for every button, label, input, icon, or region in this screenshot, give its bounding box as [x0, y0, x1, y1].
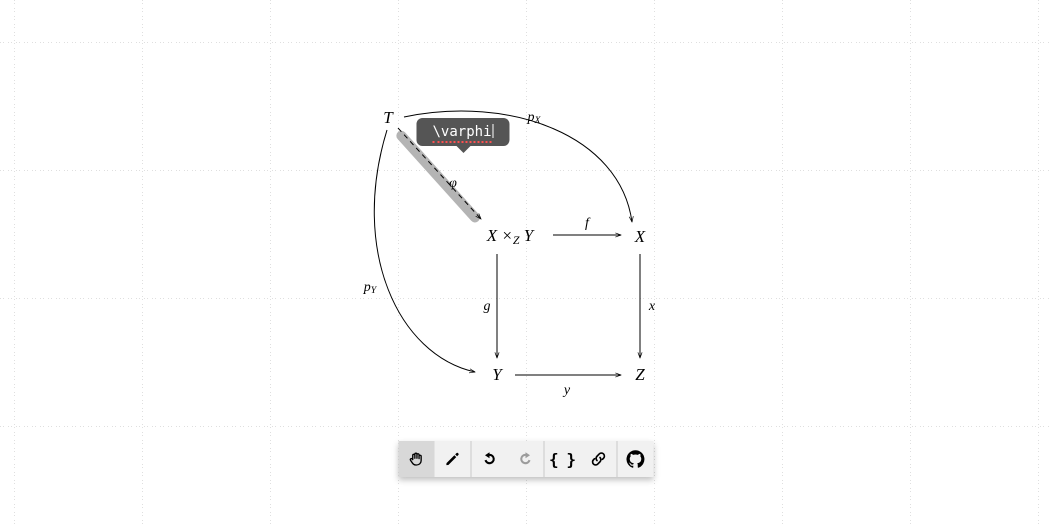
node-XxZY-sub: Z: [513, 233, 520, 247]
github-button[interactable]: [617, 441, 653, 477]
node-Y[interactable]: Y: [492, 365, 501, 385]
github-icon: [626, 450, 644, 468]
edge-label-y[interactable]: y: [564, 383, 570, 399]
edge-label-pX-sub: X: [535, 115, 541, 126]
hand-icon: [407, 450, 425, 468]
pencil-icon: [443, 450, 461, 468]
source-button[interactable]: { }: [544, 441, 580, 477]
redo-button[interactable]: [507, 441, 543, 477]
redo-icon: [516, 450, 534, 468]
node-X[interactable]: X: [635, 227, 645, 247]
node-XxZY[interactable]: X ×Z Y: [487, 226, 533, 248]
node-XxZY-tail: Y: [520, 226, 534, 245]
pan-tool-button[interactable]: [398, 441, 434, 477]
edge-label-f[interactable]: f: [585, 216, 589, 232]
undo-button[interactable]: [471, 441, 507, 477]
edge-label-editor-input[interactable]: \varphi: [432, 124, 491, 143]
undo-icon: [480, 450, 498, 468]
text-caret: [493, 124, 494, 138]
edge-label-pY[interactable]: pY: [364, 280, 376, 296]
edge-label-editor-tooltip[interactable]: \varphi: [416, 118, 509, 146]
link-icon: [589, 450, 607, 468]
edge-label-pX-p: p: [528, 110, 535, 125]
braces-icon: { }: [549, 450, 575, 469]
edge-label-phi[interactable]: φ: [449, 176, 457, 192]
edge-label-pY-p: p: [364, 280, 371, 295]
draw-tool-button[interactable]: [434, 441, 470, 477]
node-T[interactable]: T: [383, 108, 392, 128]
edge-label-pY-sub: Y: [371, 285, 376, 296]
node-Z[interactable]: Z: [635, 365, 644, 385]
edge-label-x[interactable]: x: [649, 299, 655, 315]
share-link-button[interactable]: [580, 441, 616, 477]
edge-label-pX[interactable]: pX: [528, 110, 541, 126]
node-XxZY-pretext: X ×: [487, 226, 513, 245]
edge-label-g[interactable]: g: [484, 299, 491, 315]
toolbar: { }: [398, 441, 653, 477]
